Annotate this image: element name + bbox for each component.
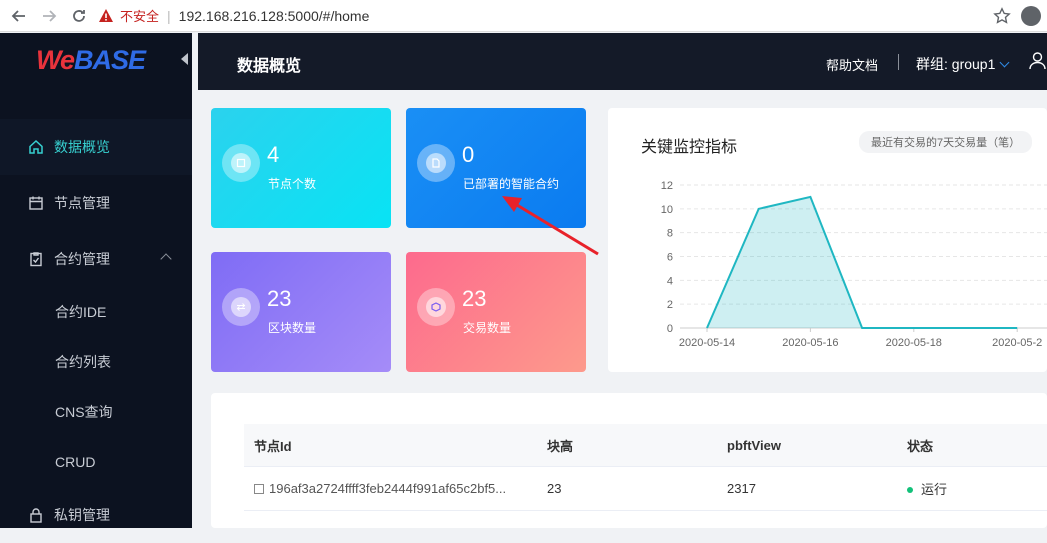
star-icon[interactable] <box>993 7 1011 25</box>
arrow-left-icon <box>11 8 27 24</box>
x-tick-label: 2020-05-16 <box>782 337 838 349</box>
sidebar-item-label: 数据概览 <box>54 137 110 157</box>
browser-bar: 不安全 | 192.168.216.128:5000/#/home <box>0 0 1047 32</box>
y-tick-label: 0 <box>667 323 673 335</box>
help-docs-link[interactable]: 帮助文档 <box>826 55 878 74</box>
block-card-icon <box>222 288 260 326</box>
y-tick-label: 12 <box>661 180 673 192</box>
transaction-count-value: 23 <box>462 286 486 312</box>
forward-button[interactable] <box>38 5 60 27</box>
x-tick-label: 2020-05-2 <box>992 337 1042 349</box>
status-dot <box>907 487 913 493</box>
node-table-panel: 节点Id 块高 pbftView 状态 196af3a2724ffff3feb2… <box>211 393 1047 528</box>
page-title: 数据概览 <box>237 52 301 76</box>
arrow-right-icon <box>41 8 57 24</box>
sidebar-item-label: 私钥管理 <box>54 505 110 525</box>
monitoring-chart-panel: 0 2 4 6 8 10 12 2020-05-14 2020-05-16 2020-05-18 2… <box>608 108 1047 372</box>
column-header-node-id: 节点Id <box>254 436 292 455</box>
sidebar-subitem-cns-query[interactable]: CNS查询 <box>0 387 192 437</box>
node-count-card[interactable]: 4 节点个数 <box>211 108 391 228</box>
sidebar-subitem-contract-ide[interactable]: 合约IDE <box>0 287 192 337</box>
address-bar[interactable]: 不安全 | 192.168.216.128:5000/#/home <box>98 4 369 28</box>
column-header-block-height: 块高 <box>547 436 573 455</box>
block-count-label: 区块数量 <box>268 319 316 336</box>
block-height-cell: 23 <box>547 481 561 496</box>
exchange-icon <box>236 302 246 312</box>
block-count-card[interactable]: 23 区块数量 <box>211 252 391 372</box>
node-card-icon <box>222 144 260 182</box>
node-count-label: 节点个数 <box>268 175 316 192</box>
transaction-count-card[interactable]: 23 交易数量 <box>406 252 586 372</box>
sidebar-item-label: 节点管理 <box>54 193 110 213</box>
collapse-sidebar-icon[interactable] <box>181 53 188 65</box>
reload-button[interactable] <box>68 5 90 27</box>
pbft-view-cell: 2317 <box>727 481 756 496</box>
page-header: 数据概览 帮助文档 群组: group1 <box>198 33 1047 90</box>
group-select-label: 群组: group1 <box>916 54 995 74</box>
sidebar-item-contracts[interactable]: 合约管理 <box>0 231 192 287</box>
sidebar: WeBASE 数据概览 节点管理 合约管理 合约IDE 合约列表 CNS查询 C… <box>0 33 192 528</box>
series-area <box>707 197 1017 328</box>
calendar-icon <box>28 195 44 211</box>
document-icon <box>431 158 441 168</box>
insecure-label: 不安全 <box>120 6 159 25</box>
chevron-up-icon <box>160 253 171 264</box>
webase-logo: WeBASE <box>36 45 145 76</box>
y-tick-label: 4 <box>667 275 673 287</box>
reload-icon <box>71 8 87 24</box>
block-count-value: 23 <box>267 286 291 312</box>
sidebar-item-overview[interactable]: 数据概览 <box>0 119 192 175</box>
sidebar-item-label: 合约管理 <box>54 249 110 269</box>
y-tick-label: 10 <box>661 204 673 216</box>
x-tick-label: 2020-05-18 <box>886 337 942 349</box>
cube-icon <box>431 302 441 312</box>
y-tick-label: 8 <box>667 228 673 240</box>
contract-card-icon <box>417 144 455 182</box>
profile-icon[interactable] <box>1021 6 1041 26</box>
status-value: 运行 <box>921 482 947 497</box>
url-separator: | <box>167 8 171 24</box>
y-tick-label: 6 <box>667 252 673 264</box>
sidebar-menu: 数据概览 节点管理 合约管理 合约IDE 合约列表 CNS查询 CRUD 私钥管… <box>0 119 192 543</box>
back-button[interactable] <box>8 5 30 27</box>
annotation-arrow <box>496 190 606 260</box>
sidebar-subitem-crud[interactable]: CRUD <box>0 437 192 487</box>
column-header-status: 状态 <box>907 436 933 455</box>
sidebar-item-nodes[interactable]: 节点管理 <box>0 175 192 231</box>
x-tick-label: 2020-05-14 <box>679 337 735 349</box>
contract-count-value: 0 <box>462 142 474 168</box>
chart-title: 关键监控指标 <box>641 133 737 157</box>
status-cell: 运行 <box>907 479 947 498</box>
node-id-value: 196af3a2724ffff3feb2444f991af65c2bf5... <box>269 481 506 496</box>
group-select[interactable]: 群组: group1 <box>916 54 1008 74</box>
node-count-value: 4 <box>267 142 279 168</box>
copy-icon[interactable] <box>254 484 264 494</box>
chip-icon <box>236 158 246 168</box>
user-icon[interactable] <box>1028 51 1047 70</box>
sidebar-item-private-keys[interactable]: 私钥管理 <box>0 487 192 543</box>
node-id-cell: 196af3a2724ffff3feb2444f991af65c2bf5... <box>254 481 506 496</box>
header-divider <box>898 54 899 70</box>
home-icon <box>28 139 44 155</box>
warning-icon <box>98 8 114 24</box>
lock-icon <box>28 507 44 523</box>
column-header-pbft-view: pbftView <box>727 438 781 453</box>
chevron-down-icon <box>1000 58 1010 68</box>
sidebar-subitem-contract-list[interactable]: 合约列表 <box>0 337 192 387</box>
table-row: 196af3a2724ffff3feb2444f991af65c2bf5... … <box>244 467 1047 511</box>
transaction-count-label: 交易数量 <box>463 319 511 336</box>
chart-subtitle-badge: 最近有交易的7天交易量（笔） <box>859 131 1032 153</box>
node-table: 节点Id 块高 pbftView 状态 196af3a2724ffff3feb2… <box>244 424 1047 511</box>
table-header: 节点Id 块高 pbftView 状态 <box>244 424 1047 467</box>
clipboard-icon <box>28 251 44 267</box>
url-text: 192.168.216.128:5000/#/home <box>179 8 370 24</box>
transaction-card-icon <box>417 288 455 326</box>
y-tick-label: 2 <box>667 299 673 311</box>
